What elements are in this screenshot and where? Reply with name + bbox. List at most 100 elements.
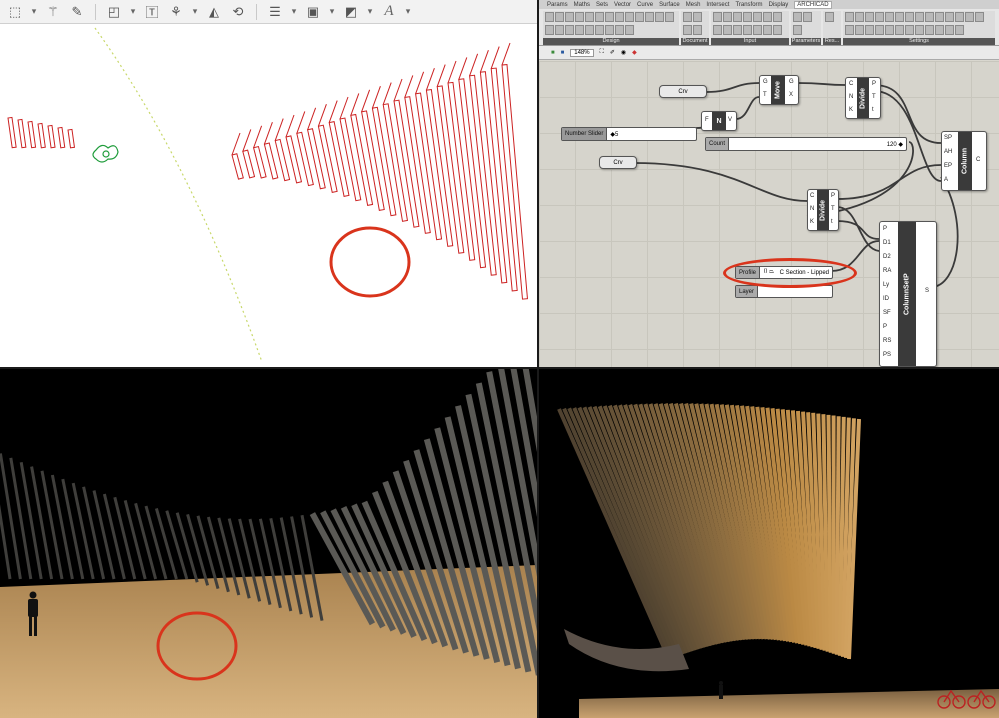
column-setup-input: PS: [883, 352, 892, 358]
divide-output-t: T: [831, 206, 835, 212]
divide-output-t2: t: [831, 219, 833, 225]
component-ribbon: Design Document Input Parameters Res... …: [539, 9, 999, 46]
count-slider[interactable]: Count 120 ◆: [705, 137, 907, 151]
ribbon-group-res: Res...: [823, 11, 841, 45]
slat: [826, 414, 833, 653]
column-axis: [253, 125, 263, 148]
divide-output-p: P: [831, 193, 836, 199]
number-slider[interactable]: Number Slider ◆5: [561, 127, 697, 141]
column-outline: [404, 96, 431, 234]
column-outline: [339, 117, 362, 202]
column-output-c: C: [976, 157, 981, 163]
tab-maths[interactable]: Maths: [574, 2, 590, 8]
divide-component-1[interactable]: C N K Divide P T t: [845, 77, 881, 119]
preview-icon[interactable]: ◉: [621, 49, 626, 56]
human-figure: [719, 681, 723, 699]
settings-tool-icons[interactable]: [845, 12, 993, 36]
column-axis: [490, 46, 500, 69]
slat: [834, 416, 841, 655]
save-file-icon[interactable]: ■: [561, 50, 565, 56]
tab-intersect[interactable]: Intersect: [706, 2, 729, 8]
column-axis: [317, 104, 327, 127]
column-setup-input: P: [883, 324, 888, 330]
column-component[interactable]: SP AH EP A Column C: [941, 131, 987, 191]
column-input-sp: SP: [944, 135, 953, 141]
document-tool-icons[interactable]: [683, 12, 707, 36]
vector-title: N: [712, 112, 726, 130]
column-setup-component[interactable]: P D1 D2 RA Ly ID SF P RS PS ColumnSetP S: [879, 221, 937, 367]
tab-archicad[interactable]: ARCHICAD: [794, 0, 832, 9]
ribbon-group-label: Design: [543, 38, 679, 45]
column-outline: [47, 124, 56, 149]
wire: [873, 84, 942, 144]
column-input-a: A: [944, 177, 949, 183]
curve-param-1[interactable]: Crv: [659, 85, 707, 98]
column-axis: [361, 89, 371, 112]
grasshopper-canvas[interactable]: Crv Crv G T Move G X F N V C N K Divide …: [539, 61, 999, 367]
column-axis: [447, 60, 457, 84]
tab-curve[interactable]: Curve: [637, 2, 653, 8]
grasshopper-panel[interactable]: Params Maths Sets Vector Curve Surface M…: [539, 0, 999, 367]
component-tab-bar: Params Maths Sets Vector Curve Surface M…: [539, 0, 999, 9]
divide-input-k: K: [849, 107, 854, 113]
column-setup-input: RS: [883, 338, 892, 344]
column-axis: [393, 78, 403, 102]
ribbon-group-label: Input: [711, 38, 789, 45]
column-input-ah: AH: [944, 149, 953, 155]
plan-drawing[interactable]: [0, 0, 537, 367]
move-component[interactable]: G T Move G X: [759, 75, 799, 105]
divide-input-k: K: [810, 219, 815, 225]
vector-output-v: V: [728, 117, 733, 123]
divide-component-2[interactable]: C N K Divide P T t: [807, 189, 839, 231]
count-slider-value[interactable]: 120 ◆: [887, 141, 906, 148]
curve-param-2[interactable]: Crv: [599, 156, 637, 169]
input-tool-icons[interactable]: [713, 12, 787, 36]
zoom-level[interactable]: 148%: [570, 48, 594, 57]
column-axis: [371, 86, 381, 109]
tab-mesh[interactable]: Mesh: [686, 2, 701, 8]
column-axis: [479, 50, 489, 73]
column-outline: [328, 121, 350, 197]
sketch-icon[interactable]: ✐: [610, 49, 615, 56]
design-tool-icons[interactable]: [545, 12, 677, 36]
wire: [797, 82, 846, 86]
ribbon-group-label: Parameters: [791, 38, 821, 45]
tab-surface[interactable]: Surface: [659, 2, 680, 8]
column-outline: [317, 124, 338, 193]
open-file-icon[interactable]: ■: [551, 50, 555, 56]
tab-params[interactable]: Params: [547, 2, 568, 8]
divide-output-t: T: [872, 94, 876, 100]
ribbon-group-label: Res...: [823, 38, 841, 45]
canvas-toolbar: ■ ■ 148% ⛶ ✐ ◉ ◆: [539, 46, 999, 60]
unit-vector-component[interactable]: F N V: [701, 111, 737, 131]
tab-vector[interactable]: Vector: [614, 2, 631, 8]
eraser-icon[interactable]: ◆: [632, 49, 637, 56]
column-axis: [242, 129, 252, 152]
column-setup-title: ColumnSetP: [898, 222, 916, 366]
ribbon-group-input: Input: [711, 11, 789, 45]
column-axis: [501, 42, 511, 66]
column-setup-input: P: [883, 226, 888, 232]
count-slider-label: Count: [706, 138, 730, 150]
column-setup-input: RA: [883, 268, 892, 274]
move-title: Move: [771, 76, 785, 104]
res-tool-icons[interactable]: [825, 12, 839, 36]
left-column-group: [7, 116, 76, 149]
column-axis: [415, 71, 425, 94]
column-axis: [350, 93, 360, 116]
panel-divider-horizontal: [0, 367, 999, 369]
tab-display[interactable]: Display: [769, 2, 789, 8]
column-outline: [37, 122, 46, 149]
zoom-extents-icon[interactable]: ⛶: [600, 49, 604, 56]
number-slider-value[interactable]: ◆5: [607, 131, 618, 138]
divide-output-t2: t: [872, 107, 874, 113]
wire: [836, 220, 880, 240]
plan-view-panel[interactable]: ⬚ ▾ ⚚ ✎ ◰ ▾ 🅃 ⚘ ▾ ◭ ⟲ ☰ ▾ ▣ ▾ ◩ ▾ A ▾: [0, 0, 537, 367]
ribbon-group-label: Settings: [843, 38, 995, 45]
divide-input-c: C: [810, 193, 815, 199]
tab-transform[interactable]: Transform: [735, 2, 762, 8]
parameter-tool-icons[interactable]: [793, 12, 819, 36]
tab-sets[interactable]: Sets: [596, 2, 608, 8]
wire: [735, 96, 760, 120]
column-outline: [17, 118, 27, 149]
